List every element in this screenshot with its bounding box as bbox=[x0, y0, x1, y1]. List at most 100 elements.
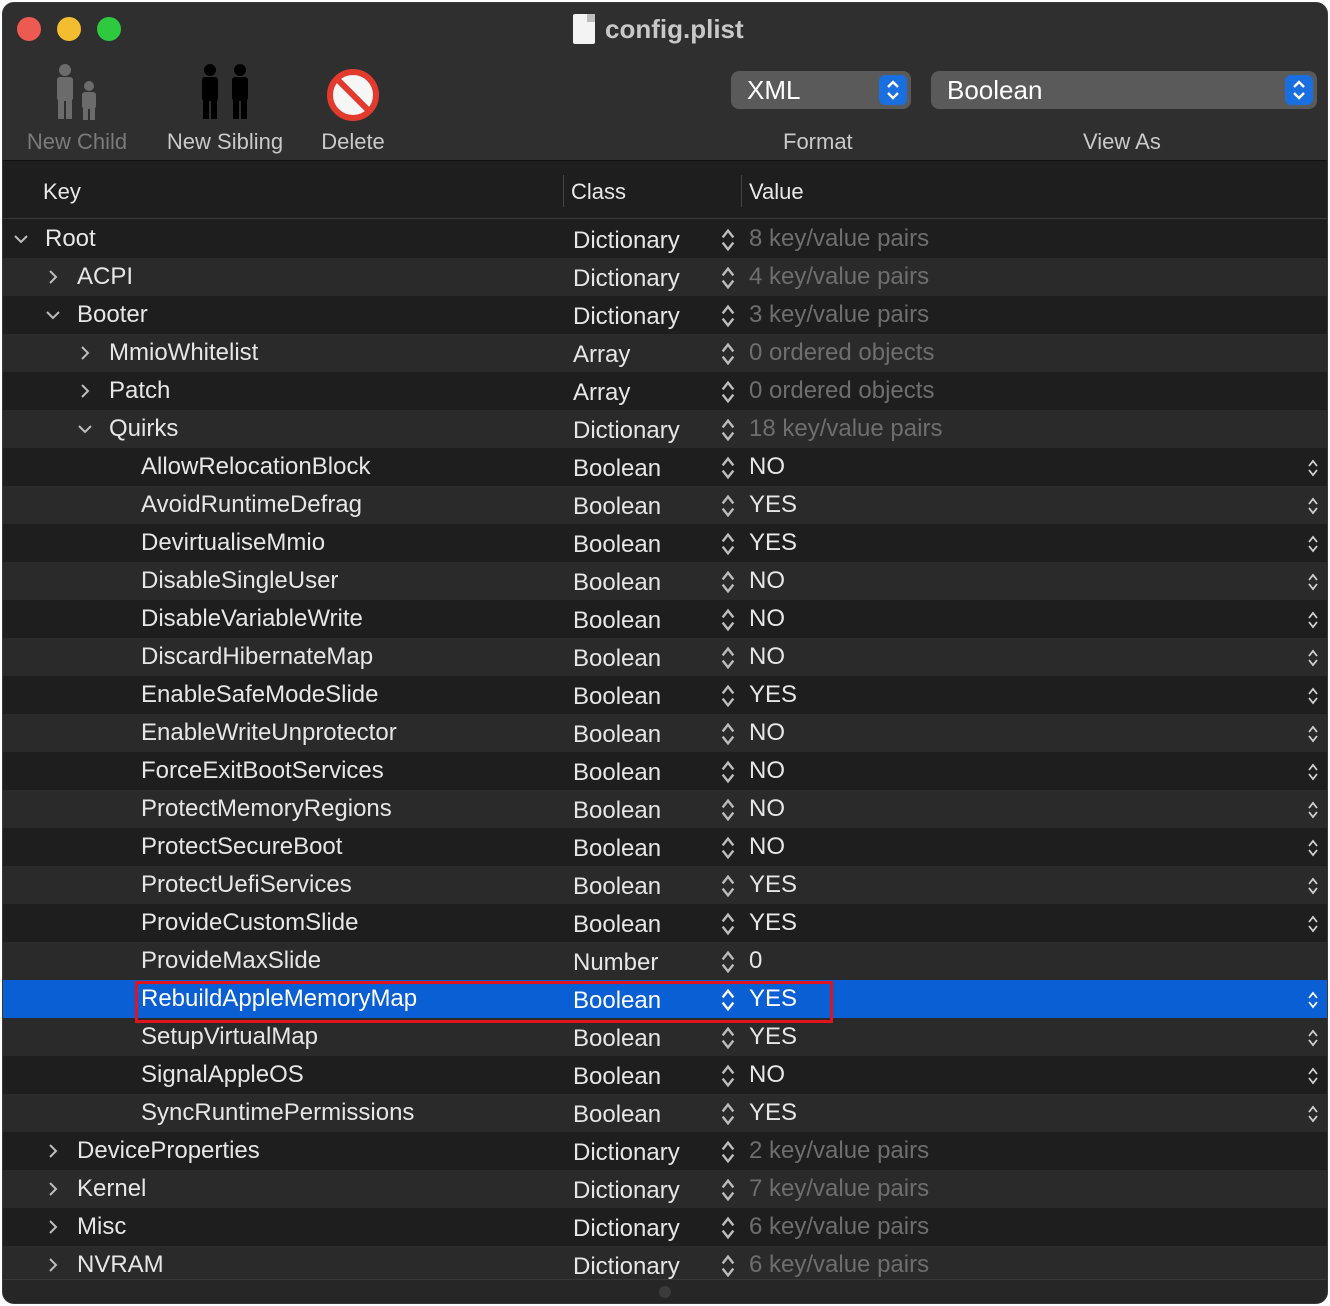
row-value[interactable]: YES bbox=[749, 985, 797, 1013]
value-popup-stepper-icon[interactable] bbox=[1307, 687, 1319, 705]
chevron-right-icon[interactable] bbox=[75, 343, 95, 363]
column-divider[interactable] bbox=[563, 175, 564, 207]
row-key[interactable]: AllowRelocationBlock bbox=[141, 453, 370, 481]
row-value[interactable]: NO bbox=[749, 795, 785, 823]
row-class[interactable]: Boolean bbox=[573, 493, 661, 521]
new-child-button[interactable]: New Child bbox=[21, 59, 133, 155]
value-popup-stepper-icon[interactable] bbox=[1307, 535, 1319, 553]
row-value[interactable]: YES bbox=[749, 529, 797, 557]
class-stepper-icon[interactable] bbox=[719, 456, 737, 480]
table-row[interactable]: DisableSingleUser Boolean NO bbox=[3, 562, 1327, 600]
class-stepper-icon[interactable] bbox=[719, 1216, 737, 1240]
value-popup-stepper-icon[interactable] bbox=[1307, 801, 1319, 819]
table-row[interactable]: SignalAppleOS Boolean NO bbox=[3, 1056, 1327, 1094]
row-key[interactable]: DevirtualiseMmio bbox=[141, 529, 325, 557]
row-value[interactable]: 2 key/value pairs bbox=[749, 1137, 929, 1165]
row-value[interactable]: 0 ordered objects bbox=[749, 339, 934, 367]
value-popup-stepper-icon[interactable] bbox=[1307, 459, 1319, 477]
row-class[interactable]: Boolean bbox=[573, 721, 661, 749]
row-key[interactable]: ACPI bbox=[77, 263, 133, 291]
row-key[interactable]: MmioWhitelist bbox=[109, 339, 258, 367]
scroll-indicator[interactable] bbox=[659, 1286, 671, 1298]
chevron-right-icon[interactable] bbox=[43, 267, 63, 287]
row-class[interactable]: Boolean bbox=[573, 873, 661, 901]
row-key[interactable]: ProtectUefiServices bbox=[141, 871, 352, 899]
value-popup-stepper-icon[interactable] bbox=[1307, 1105, 1319, 1123]
row-class[interactable]: Array bbox=[573, 379, 630, 407]
value-popup-stepper-icon[interactable] bbox=[1307, 611, 1319, 629]
row-value[interactable]: YES bbox=[749, 871, 797, 899]
row-class[interactable]: Array bbox=[573, 341, 630, 369]
class-stepper-icon[interactable] bbox=[719, 418, 737, 442]
row-value[interactable]: 7 key/value pairs bbox=[749, 1175, 929, 1203]
row-key[interactable]: ProtectMemoryRegions bbox=[141, 795, 392, 823]
table-row[interactable]: ProvideCustomSlide Boolean YES bbox=[3, 904, 1327, 942]
table-row[interactable]: SyncRuntimePermissions Boolean YES bbox=[3, 1094, 1327, 1132]
row-class[interactable]: Dictionary bbox=[573, 303, 680, 331]
table-row[interactable]: ProvideMaxSlide Number 0 bbox=[3, 942, 1327, 980]
class-stepper-icon[interactable] bbox=[719, 380, 737, 404]
row-key[interactable]: Root bbox=[45, 225, 96, 253]
value-popup-stepper-icon[interactable] bbox=[1307, 1029, 1319, 1047]
value-popup-stepper-icon[interactable] bbox=[1307, 649, 1319, 667]
class-stepper-icon[interactable] bbox=[719, 1102, 737, 1126]
row-class[interactable]: Dictionary bbox=[573, 1253, 680, 1281]
delete-button[interactable]: Delete bbox=[313, 59, 393, 155]
table-row[interactable]: ForceExitBootServices Boolean NO bbox=[3, 752, 1327, 790]
table-row[interactable]: DeviceProperties Dictionary 2 key/value pa… bbox=[3, 1132, 1327, 1170]
table-row[interactable]: DisableVariableWrite Boolean NO bbox=[3, 600, 1327, 638]
row-value[interactable]: YES bbox=[749, 681, 797, 709]
value-popup-stepper-icon[interactable] bbox=[1307, 573, 1319, 591]
row-key[interactable]: DiscardHibernateMap bbox=[141, 643, 373, 671]
class-stepper-icon[interactable] bbox=[719, 304, 737, 328]
format-popup[interactable]: XML bbox=[731, 71, 911, 109]
class-stepper-icon[interactable] bbox=[719, 1178, 737, 1202]
class-stepper-icon[interactable] bbox=[719, 722, 737, 746]
value-popup-stepper-icon[interactable] bbox=[1307, 1067, 1319, 1085]
table-row[interactable]: Quirks Dictionary 18 key/value pairs bbox=[3, 410, 1327, 448]
table-row[interactable]: Misc Dictionary 6 key/value pairs bbox=[3, 1208, 1327, 1246]
row-key[interactable]: EnableSafeModeSlide bbox=[141, 681, 379, 709]
row-value[interactable]: NO bbox=[749, 1061, 785, 1089]
class-stepper-icon[interactable] bbox=[719, 1026, 737, 1050]
table-row[interactable]: Kernel Dictionary 7 key/value pairs bbox=[3, 1170, 1327, 1208]
row-class[interactable]: Boolean bbox=[573, 683, 661, 711]
row-key[interactable]: SignalAppleOS bbox=[141, 1061, 304, 1089]
class-stepper-icon[interactable] bbox=[719, 570, 737, 594]
chevron-right-icon[interactable] bbox=[75, 381, 95, 401]
class-stepper-icon[interactable] bbox=[719, 950, 737, 974]
row-value[interactable]: 18 key/value pairs bbox=[749, 415, 942, 443]
class-stepper-icon[interactable] bbox=[719, 988, 737, 1012]
row-key[interactable]: AvoidRuntimeDefrag bbox=[141, 491, 362, 519]
value-popup-stepper-icon[interactable] bbox=[1307, 763, 1319, 781]
class-stepper-icon[interactable] bbox=[719, 342, 737, 366]
row-class[interactable]: Boolean bbox=[573, 569, 661, 597]
table-row[interactable]: Booter Dictionary 3 key/value pairs bbox=[3, 296, 1327, 334]
row-value[interactable]: 6 key/value pairs bbox=[749, 1213, 929, 1241]
table-row[interactable]: EnableSafeModeSlide Boolean YES bbox=[3, 676, 1327, 714]
row-value[interactable]: NO bbox=[749, 719, 785, 747]
table-row[interactable]: RebuildAppleMemoryMap Boolean YES bbox=[3, 980, 1327, 1018]
row-key[interactable]: SyncRuntimePermissions bbox=[141, 1099, 414, 1127]
row-class[interactable]: Boolean bbox=[573, 607, 661, 635]
value-popup-stepper-icon[interactable] bbox=[1307, 839, 1319, 857]
class-stepper-icon[interactable] bbox=[719, 1064, 737, 1088]
row-key[interactable]: Booter bbox=[77, 301, 148, 329]
table-row[interactable]: ProtectUefiServices Boolean YES bbox=[3, 866, 1327, 904]
row-value[interactable]: YES bbox=[749, 491, 797, 519]
row-value[interactable]: NO bbox=[749, 757, 785, 785]
row-value[interactable]: NO bbox=[749, 453, 785, 481]
row-class[interactable]: Dictionary bbox=[573, 227, 680, 255]
row-key[interactable]: ForceExitBootServices bbox=[141, 757, 384, 785]
chevron-down-icon[interactable] bbox=[75, 419, 95, 439]
row-class[interactable]: Boolean bbox=[573, 1063, 661, 1091]
row-class[interactable]: Boolean bbox=[573, 987, 661, 1015]
row-value[interactable]: NO bbox=[749, 833, 785, 861]
table-row[interactable]: AvoidRuntimeDefrag Boolean YES bbox=[3, 486, 1327, 524]
value-column-header[interactable]: Value bbox=[749, 179, 804, 205]
class-stepper-icon[interactable] bbox=[719, 912, 737, 936]
class-stepper-icon[interactable] bbox=[719, 608, 737, 632]
row-key[interactable]: RebuildAppleMemoryMap bbox=[141, 985, 417, 1013]
table-row[interactable]: ProtectSecureBoot Boolean NO bbox=[3, 828, 1327, 866]
table-row[interactable]: AllowRelocationBlock Boolean NO bbox=[3, 448, 1327, 486]
